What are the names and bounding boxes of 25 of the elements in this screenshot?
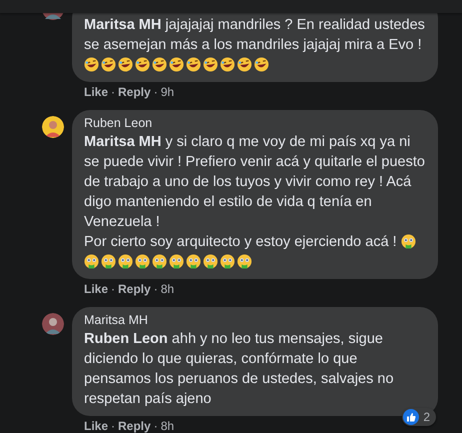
action-link[interactable]: Reply [118, 84, 151, 100]
comment-author[interactable]: Ruben Leon [84, 115, 428, 131]
separator-dot: · [154, 281, 158, 297]
comment-text: Maritsa MH y si claro q me voy de mi país xq ya ni se puede vivir ! Prefiero venir acá y quitarle el puesto de trabajo a uno de los tuyos y vivir como rey ! Acá digo manteniendo el estilo de vida q tenía en Venezuela ! Por cierto soy arquitecto y estoy ejerciendo acá ! [84, 132, 428, 272]
comment-author[interactable]: Maritsa MH [84, 312, 428, 328]
comment-time[interactable]: 8h [160, 281, 174, 297]
comment-time[interactable]: 9h [160, 84, 174, 100]
action-link[interactable]: Like [84, 84, 108, 100]
comment-time[interactable]: 8h [160, 418, 174, 433]
action-link[interactable]: Like [84, 418, 108, 433]
separator-dot: · [154, 84, 158, 100]
separator-dot: · [111, 418, 116, 433]
reaction-count: 2 [423, 409, 430, 425]
separator-dot: · [111, 281, 116, 297]
mention-link[interactable]: Maritsa MH [84, 134, 162, 150]
comment-text: Maritsa MH jajajajaj mandriles ? En realidad ustedes se asemejan más a los mandriles jajajaj mira a Evo ! [84, 15, 428, 75]
action-link[interactable]: Like [84, 281, 108, 297]
separator-dot: · [111, 84, 116, 100]
comment-text: Ruben Leon ahh y no leo tus mensajes, sigue diciendo lo que quieras, confórmate lo que pensamos los peruanos de ustedes, salvajes no respetan país ajeno [84, 330, 395, 409]
separator-dot: · [154, 418, 158, 433]
action-link[interactable]: Reply [118, 418, 151, 433]
reaction-badge[interactable]: 2 [402, 408, 436, 426]
action-link[interactable]: Reply [118, 281, 151, 297]
mention-link[interactable]: Ruben Leon [84, 331, 168, 347]
mention-link[interactable]: Maritsa MH [84, 17, 162, 33]
